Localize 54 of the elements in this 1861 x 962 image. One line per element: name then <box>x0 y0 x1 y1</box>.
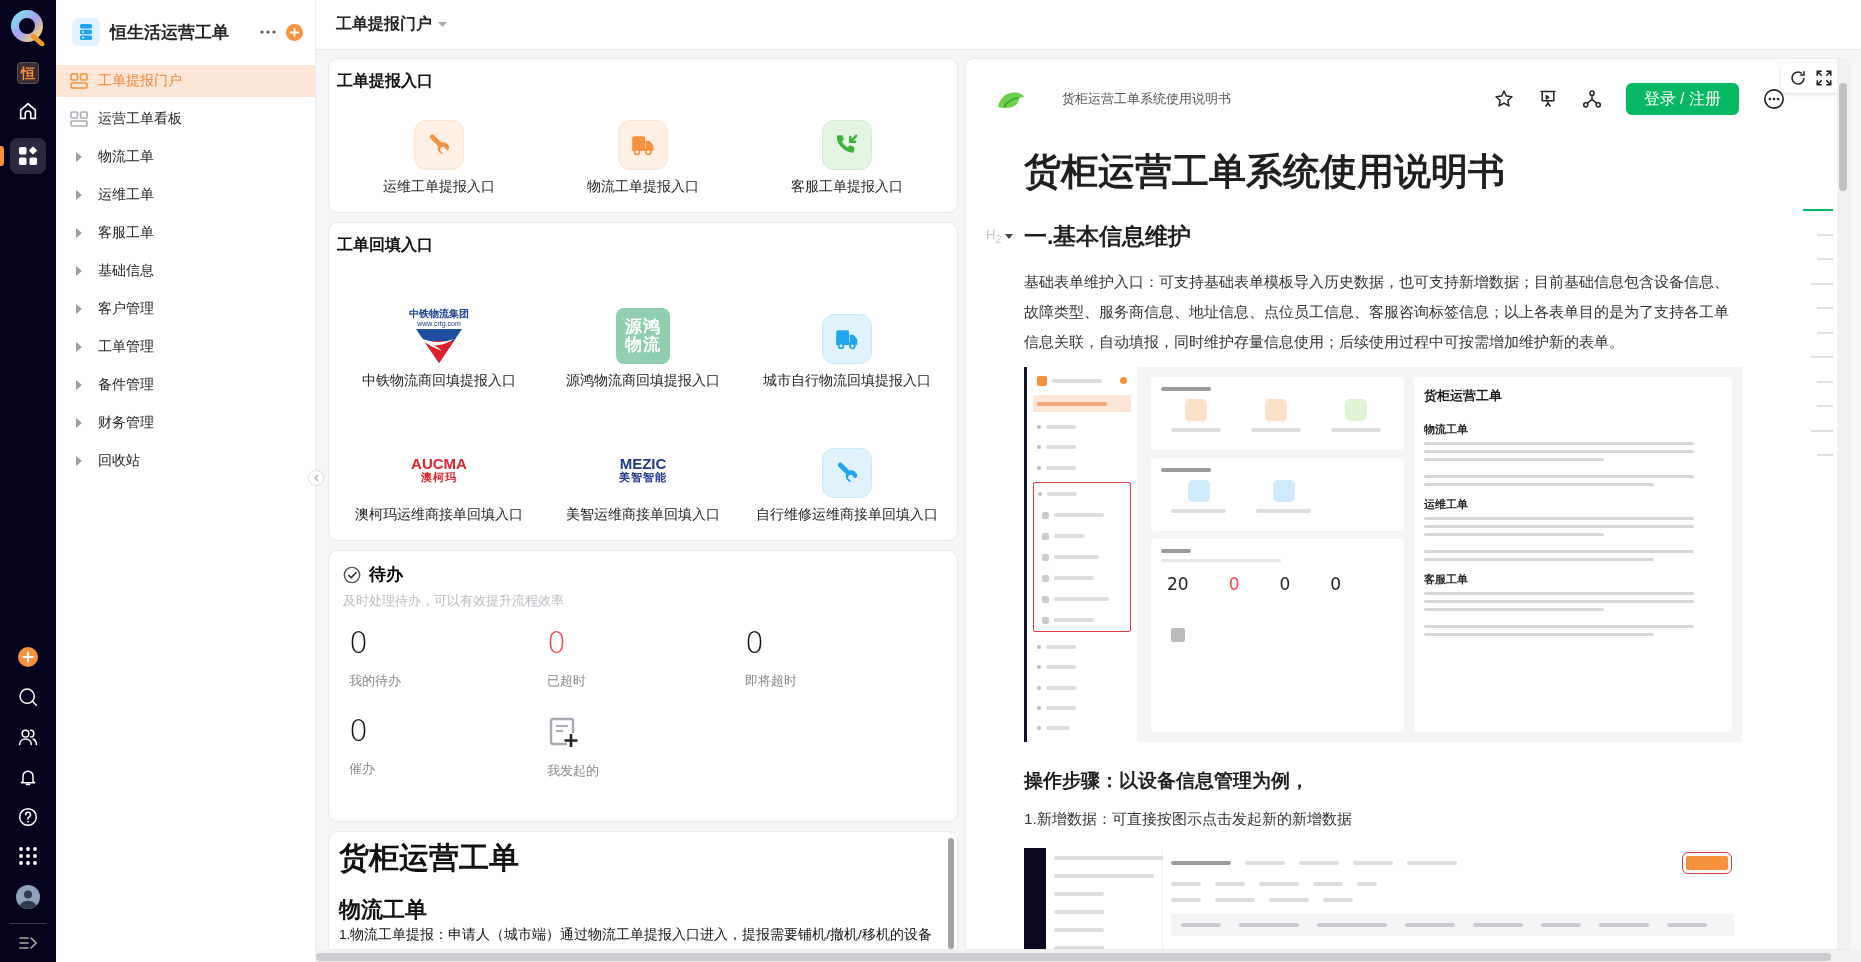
stat-label[interactable]: 我发起的 <box>547 762 599 780</box>
page-title: 工单提报门户 <box>336 14 432 34</box>
sidebar-item[interactable]: 运维工单 <box>56 179 315 211</box>
sidebar-item[interactable]: 备件管理 <box>56 369 315 401</box>
stat-value: 0 <box>1330 574 1342 594</box>
stat-label: 我的待办 <box>349 672 401 690</box>
entry-label[interactable]: 澳柯玛运维商接单回填入口 <box>355 506 523 524</box>
entry-label[interactable]: 城市自行物流回填提报入口 <box>763 372 931 390</box>
section-heading: 运维工单 <box>1424 497 1469 512</box>
sidebar-item[interactable]: 客服工单 <box>56 217 315 249</box>
section-heading: 物流工单 <box>1424 422 1469 437</box>
entry-label[interactable]: 中铁物流商回填提报入口 <box>362 372 516 390</box>
stat-value: 0 <box>547 628 567 658</box>
document-title: 货柜运营工单 <box>1424 387 1503 405</box>
section-heading: 客服工单 <box>1424 572 1469 587</box>
stat-value: 0 <box>349 628 369 658</box>
stat-value: 20 <box>1167 574 1189 594</box>
step-heading: 操作步骤：以设备信息管理为例， <box>1024 769 1310 793</box>
document-title: 货柜运营工单 <box>339 840 520 876</box>
app-switch-button[interactable]: 恒 <box>17 62 39 84</box>
stat-value: 0 <box>349 716 369 746</box>
document-name: 货柜运营工单系统使用说明书 <box>1062 90 1232 108</box>
entry-label[interactable]: 物流工单提报入口 <box>587 178 699 196</box>
entry-label[interactable]: 美智运维商接单回填入口 <box>566 506 720 524</box>
stat-label: 已超时 <box>547 672 586 690</box>
brand-logo[interactable]: AUCMA 澳柯玛 <box>407 442 471 498</box>
sidebar-item[interactable]: 工单管理 <box>56 331 315 363</box>
stat-value: 0 <box>1228 574 1240 594</box>
stat-value: 0 <box>1279 574 1291 594</box>
card-subtitle: 及时处理待办，可以有效提升流程效率 <box>343 592 565 610</box>
section-heading: 一.基本信息维护 <box>1024 222 1192 251</box>
sidebar-item[interactable]: 财务管理 <box>56 407 315 439</box>
section-title: 工单回填入口 <box>337 235 434 255</box>
sidebar-item[interactable]: 基础信息 <box>56 255 315 287</box>
entry-label[interactable]: 运维工单提报入口 <box>383 178 495 196</box>
document-title: 货柜运营工单系统使用说明书 <box>1024 150 1506 194</box>
stat-label: 即将超时 <box>745 672 797 690</box>
section-title: 工单提报入口 <box>337 71 434 91</box>
sidebar-item[interactable]: 回收站 <box>56 445 315 477</box>
card-title: 待办 <box>369 564 403 586</box>
paragraph: 1.新增数据：可直接按图示点击发起新的新增数据 <box>1024 809 1353 829</box>
paragraph: 1.物流工单提报：申请人（城市端）通过物流工单提报入口进入，提报需要铺机/撤机/移机的设备 <box>339 926 933 944</box>
stat-label: 催办 <box>349 760 375 778</box>
entry-label[interactable]: 源鸿物流商回填提报入口 <box>566 372 720 390</box>
sidebar-item[interactable]: 物流工单 <box>56 141 315 173</box>
brand-logo[interactable]: MEZIC 美智智能 <box>611 442 675 498</box>
entry-label[interactable]: 客服工单提报入口 <box>791 178 903 196</box>
app-title: 恒生活运营工单 <box>110 21 230 44</box>
paragraph: 基础表单维护入口：可支持基础表单模板导入历史数据，也可支持新增数据；目前基础信息包含设备信息、故障类型、服务商信息、地址信息、点位员工信息、客服咨询标签信息；以上各表单目的是为了支持各工单信息关联，自动填报，同时维护存量信息使用；后续使用过程中可按需增加维护新的表单。 <box>1024 272 1730 352</box>
stat-value: 0 <box>745 628 765 658</box>
section-heading: 物流工单 <box>339 896 428 924</box>
sidebar-item[interactable]: 运营工单看板 <box>56 103 315 135</box>
sidebar-item[interactable]: 客户管理 <box>56 293 315 325</box>
entry-label[interactable]: 自行维修运维商接单回填入口 <box>756 506 938 524</box>
